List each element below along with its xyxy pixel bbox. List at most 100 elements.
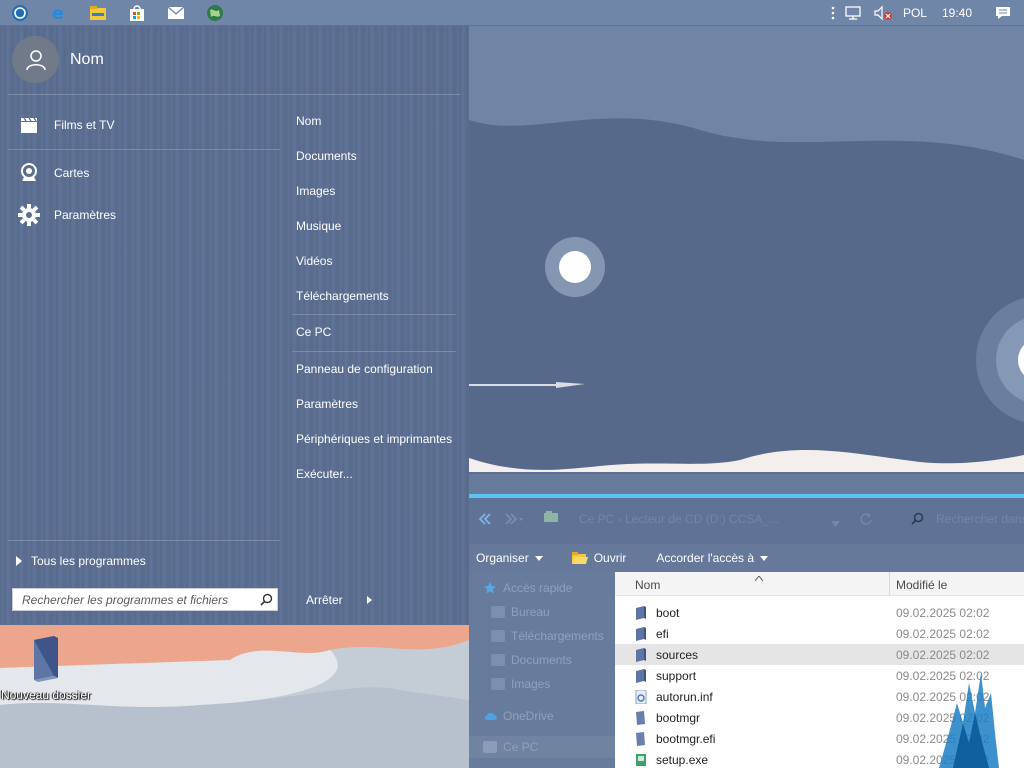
nav-item-images[interactable]: Images (491, 673, 550, 695)
folder-open-icon (571, 552, 588, 564)
taskbar: e POL 19:40 (0, 0, 1024, 26)
store-icon[interactable] (117, 0, 156, 26)
file-row[interactable]: efi 09.02.2025 02:02 (615, 623, 1024, 644)
file-name: boot (656, 606, 680, 620)
nav-item-documents[interactable]: Documents (491, 649, 572, 671)
wallpaper-splash (939, 673, 999, 768)
language-indicator[interactable]: POL (898, 0, 932, 26)
clock[interactable]: 19:40 (932, 0, 982, 26)
search-icon[interactable] (911, 512, 924, 528)
open-label: Ouvrir (593, 551, 627, 565)
desktop-folder-icon (491, 606, 505, 618)
start-item-label: Paramètres (54, 208, 117, 222)
start-link-musique[interactable]: Musique (288, 211, 458, 241)
start-search-input[interactable] (13, 589, 255, 610)
start-link-panneau-configuration[interactable]: Panneau de configuration (288, 354, 458, 384)
start-search-box (12, 588, 278, 611)
maps-icon (8, 162, 50, 184)
organize-label: Organiser (476, 551, 529, 565)
start-link-ce-pc[interactable]: Ce PC (288, 317, 458, 347)
chevron-right-icon (16, 556, 22, 566)
chevron-down-icon (534, 555, 543, 561)
column-header-row: Nom Modifié le (615, 572, 1024, 596)
start-link-parametres[interactable]: Paramètres (288, 389, 458, 419)
globe-app-icon[interactable] (195, 0, 234, 26)
file-icon (636, 711, 645, 725)
share-label: Accorder l'accès à (656, 551, 755, 565)
start-orb-icon[interactable] (0, 0, 39, 26)
start-link-images[interactable]: Images (288, 176, 458, 206)
shutdown-label: Arrêter (306, 593, 343, 607)
documents-folder-icon (491, 654, 505, 666)
nav-item-label: Bureau (511, 605, 550, 619)
shutdown-button[interactable]: Arrêter (296, 588, 382, 612)
start-item-films-tv[interactable]: Films et TV (8, 106, 280, 144)
divider (8, 540, 280, 541)
file-name: bootmgr (656, 711, 701, 725)
nav-item-label: Ce PC (503, 740, 539, 754)
organize-button[interactable]: Organiser (476, 544, 543, 572)
desktop-icon-label: Nouveau dossier (0, 688, 92, 702)
divider (8, 149, 280, 150)
forward-icon[interactable] (503, 512, 525, 529)
desktop-icon-nouveau-dossier[interactable]: Nouveau dossier (0, 634, 92, 710)
chevron-right-icon[interactable] (367, 596, 372, 604)
gear-icon (8, 203, 50, 227)
all-programs-label: Tous les programmes (31, 554, 146, 568)
start-link-peripheriques[interactable]: Périphériques et imprimantes (288, 424, 458, 454)
start-link-documents[interactable]: Documents (288, 141, 458, 171)
start-item-label: Cartes (54, 166, 90, 180)
explorer-search-placeholder[interactable]: Rechercher dans (936, 512, 1024, 526)
nav-item-label: Documents (511, 653, 572, 667)
start-item-cartes[interactable]: Cartes (8, 154, 280, 192)
all-programs-button[interactable]: Tous les programmes (16, 548, 146, 574)
open-button[interactable]: Ouvrir (571, 544, 627, 572)
user-tile[interactable]: Nom (12, 36, 104, 83)
folder-icon (636, 648, 646, 662)
nav-item-ce-pc[interactable]: Ce PC (469, 736, 615, 758)
svg-text:e: e (52, 4, 64, 22)
file-name: autorun.inf (656, 690, 713, 704)
volume-muted-icon[interactable] (868, 0, 898, 26)
share-button[interactable]: Accorder l'accès à (656, 544, 769, 572)
column-header-modified[interactable]: Modifié le (896, 578, 947, 592)
settings-file-icon (635, 690, 647, 704)
nav-item-onedrive[interactable]: OneDrive (483, 705, 554, 727)
divider (8, 94, 460, 95)
column-divider[interactable] (889, 572, 890, 596)
start-link-videos[interactable]: Vidéos (288, 246, 458, 276)
refresh-icon[interactable] (859, 512, 873, 529)
start-link-executer[interactable]: Exécuter... (288, 459, 458, 489)
folder-icon (636, 669, 646, 683)
start-link-user-folder[interactable]: Nom (288, 106, 458, 136)
mail-icon[interactable] (156, 0, 195, 26)
nav-item-telechargements[interactable]: Téléchargements (491, 625, 604, 647)
address-path[interactable]: Ce PC › Lecteur de CD (D:) CCSA_... (579, 512, 779, 526)
chevron-down-icon[interactable] (831, 516, 840, 530)
column-header-name[interactable]: Nom (635, 578, 660, 592)
nav-item-bureau[interactable]: Bureau (491, 601, 550, 623)
file-row[interactable]: boot 09.02.2025 02:02 (615, 602, 1024, 623)
action-center-icon[interactable] (982, 0, 1024, 26)
navigation-pane: Accès rapide Bureau Téléchargements Docu… (469, 572, 615, 768)
start-item-parametres[interactable]: Paramètres (8, 196, 280, 234)
nav-item-acces-rapide[interactable]: Accès rapide (483, 577, 572, 599)
user-icon (25, 49, 46, 70)
start-link-telechargements[interactable]: Téléchargements (288, 281, 458, 311)
back-icon[interactable] (477, 512, 493, 529)
divider (292, 351, 456, 352)
edge-icon[interactable]: e (39, 0, 78, 26)
explorer-toolbar: Organiser Ouvrir Accorder l'accès à (469, 544, 1024, 572)
file-icon (636, 732, 645, 746)
star-icon (484, 582, 496, 594)
nav-item-label: Téléchargements (511, 629, 604, 643)
system-tray: POL 19:40 (826, 0, 1024, 26)
drive-icon (543, 510, 559, 527)
nav-item-label: Accès rapide (503, 581, 573, 595)
file-explorer-icon[interactable] (78, 0, 117, 26)
network-icon[interactable] (840, 0, 868, 26)
search-icon[interactable] (255, 593, 277, 606)
tray-overflow-icon[interactable] (826, 0, 840, 26)
file-row-selected[interactable]: sources 09.02.2025 02:02 (615, 644, 1024, 665)
file-modified: 09.02.2025 02:02 (896, 606, 990, 620)
